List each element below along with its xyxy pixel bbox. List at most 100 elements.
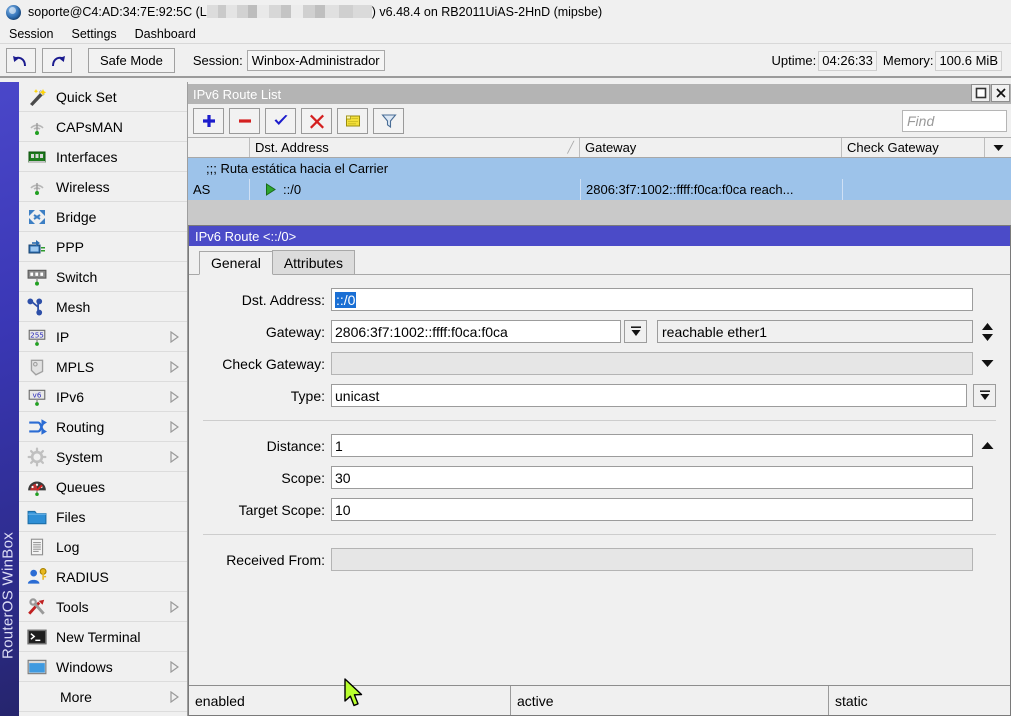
safe-mode-button[interactable]: Safe Mode: [88, 48, 175, 73]
add-button[interactable]: [193, 108, 224, 134]
column-header-dst-address[interactable]: Dst. Address ╱: [250, 138, 580, 157]
sidebar-item-ipv6[interactable]: v6 IPv6: [19, 382, 187, 412]
route-comment: ;;; Ruta estática hacia el Carrier: [188, 158, 1011, 179]
window-titlebar: soporte@C4:AD:34:7E:92:5C (L) v6.48.4 on…: [0, 0, 1011, 24]
route-dst-address: ::/0: [283, 182, 301, 197]
network-card-icon: [25, 147, 49, 167]
memory-value: 100.6 MiB: [935, 51, 1002, 71]
sidebar-label: PPP: [56, 239, 187, 255]
green-triangle-icon: [264, 183, 277, 196]
sidebar-menu: Quick Set CAPsMAN: [19, 82, 188, 716]
check-gateway-dropdown-button[interactable]: [979, 359, 996, 368]
mpls-tag-icon: [25, 357, 49, 377]
sidebar-item-interfaces[interactable]: Interfaces: [19, 142, 187, 172]
ipv6-icon: v6: [25, 387, 49, 407]
sidebar-item-mesh[interactable]: Mesh: [19, 292, 187, 322]
status-static: static: [829, 686, 1010, 715]
filter-button[interactable]: [373, 108, 404, 134]
column-header-gateway[interactable]: Gateway: [580, 138, 842, 157]
distance-stepper[interactable]: [979, 441, 996, 450]
undo-arrow-icon: [11, 53, 31, 69]
menu-item-session[interactable]: Session: [0, 26, 62, 42]
sidebar-item-log[interactable]: Log: [19, 532, 187, 562]
sidebar-item-quick-set[interactable]: Quick Set: [19, 82, 187, 112]
toolbar-status-group: Uptime: 04:26:33 Memory: 100.6 MiB: [771, 51, 1011, 71]
sidebar-item-tools[interactable]: Tools: [19, 592, 187, 622]
session-value-field[interactable]: Winbox-Administrador: [247, 50, 385, 71]
gateway-status: reachable ether1: [662, 324, 767, 340]
sidebar-item-capsman[interactable]: CAPsMAN: [19, 112, 187, 142]
sidebar-item-files[interactable]: Files: [19, 502, 187, 532]
sidebar-item-bridge[interactable]: Bridge: [19, 202, 187, 232]
enable-button[interactable]: [265, 108, 296, 134]
type-dropdown-button[interactable]: [973, 384, 996, 407]
redo-button[interactable]: [42, 48, 72, 73]
sidebar-item-mpls[interactable]: MPLS: [19, 352, 187, 382]
window-title: soporte@C4:AD:34:7E:92:5C (L) v6.48.4 on…: [28, 5, 602, 19]
gateway-dropdown-button[interactable]: [624, 320, 647, 343]
sidebar-item-system[interactable]: System: [19, 442, 187, 472]
comment-button[interactable]: [337, 108, 368, 134]
ipv6-route-dialog: IPv6 Route <::/0> General Attributes Dst…: [188, 225, 1011, 716]
menu-item-dashboard[interactable]: Dashboard: [126, 26, 205, 42]
field-row-gateway: Gateway: 2806:3f7:1002::ffff:f0ca:f0ca r…: [203, 320, 996, 343]
column-options-button[interactable]: [985, 138, 1011, 157]
bridge-arrows-icon: [25, 207, 49, 227]
target-scope-input[interactable]: 10: [331, 498, 973, 521]
received-from-input[interactable]: [331, 548, 973, 571]
menu-bar: Session Settings Dashboard: [0, 24, 1011, 44]
svg-text:v6: v6: [33, 390, 42, 399]
sidebar-item-wireless[interactable]: Wireless: [19, 172, 187, 202]
route-dialog-statusbar: enabled active static: [189, 685, 1010, 715]
magic-wand-icon: [25, 87, 49, 107]
route-dialog-tabs: General Attributes: [189, 246, 1010, 275]
distance-input[interactable]: 1: [331, 434, 973, 457]
sort-indicator-icon: ╱: [567, 141, 574, 154]
sidebar: RouterOS WinBox Quick Set: [0, 82, 188, 716]
gateway-spinner[interactable]: [979, 322, 996, 342]
check-gateway-input[interactable]: [331, 352, 973, 375]
chevron-down-icon: [993, 144, 1004, 152]
maximize-button[interactable]: [971, 84, 990, 102]
sidebar-item-ip[interactable]: 255 IP: [19, 322, 187, 352]
sidebar-item-new-terminal[interactable]: New Terminal: [19, 622, 187, 652]
ppp-icon: [25, 237, 49, 257]
table-row[interactable]: AS ::/0 2806:3f7:1002::ffff:f0ca:f0ca re…: [188, 179, 1011, 200]
sidebar-label: Interfaces: [56, 149, 187, 165]
disable-button[interactable]: [301, 108, 332, 134]
close-button[interactable]: [991, 84, 1010, 102]
distance-label: Distance:: [203, 438, 331, 454]
sidebar-label: Queues: [56, 479, 187, 495]
column-header-check-gateway[interactable]: Check Gateway: [842, 138, 985, 157]
scope-label: Scope:: [203, 470, 331, 486]
sidebar-item-ppp[interactable]: PPP: [19, 232, 187, 262]
tab-attributes[interactable]: Attributes: [272, 250, 355, 274]
tab-general[interactable]: General: [199, 251, 273, 275]
sidebar-item-windows[interactable]: Windows: [19, 652, 187, 682]
sidebar-item-radius[interactable]: RADIUS: [19, 562, 187, 592]
gateway-input[interactable]: 2806:3f7:1002::ffff:f0ca:f0ca: [331, 320, 621, 343]
scope-input[interactable]: 30: [331, 466, 973, 489]
route-table-header: Dst. Address ╱ Gateway Check Gateway: [188, 137, 1011, 158]
sidebar-item-routing[interactable]: Routing: [19, 412, 187, 442]
session-label: Session:: [193, 53, 243, 68]
table-row[interactable]: ;;; Ruta estática hacia el Carrier: [188, 158, 1011, 179]
dst-address-input[interactable]: ::/0: [331, 288, 973, 311]
target-scope-label: Target Scope:: [203, 502, 331, 518]
chevron-right-icon: [167, 331, 181, 343]
sidebar-item-switch[interactable]: Switch: [19, 262, 187, 292]
field-row-type: Type: unicast: [203, 384, 996, 407]
gateway-value: 2806:3f7:1002::ffff:f0ca:f0ca: [335, 324, 508, 340]
menu-item-settings[interactable]: Settings: [62, 26, 125, 42]
type-input[interactable]: unicast: [331, 384, 967, 407]
undo-button[interactable]: [6, 48, 36, 73]
distance-value: 1: [335, 438, 343, 454]
chevron-right-icon: [167, 391, 181, 403]
sidebar-item-queues[interactable]: Queues: [19, 472, 187, 502]
remove-button[interactable]: [229, 108, 260, 134]
column-header-flags[interactable]: [188, 138, 250, 157]
find-input[interactable]: Find: [902, 110, 1007, 132]
sidebar-label: More: [56, 689, 167, 705]
uptime-value: 04:26:33: [818, 51, 877, 71]
sidebar-item-more[interactable]: More: [19, 682, 187, 712]
